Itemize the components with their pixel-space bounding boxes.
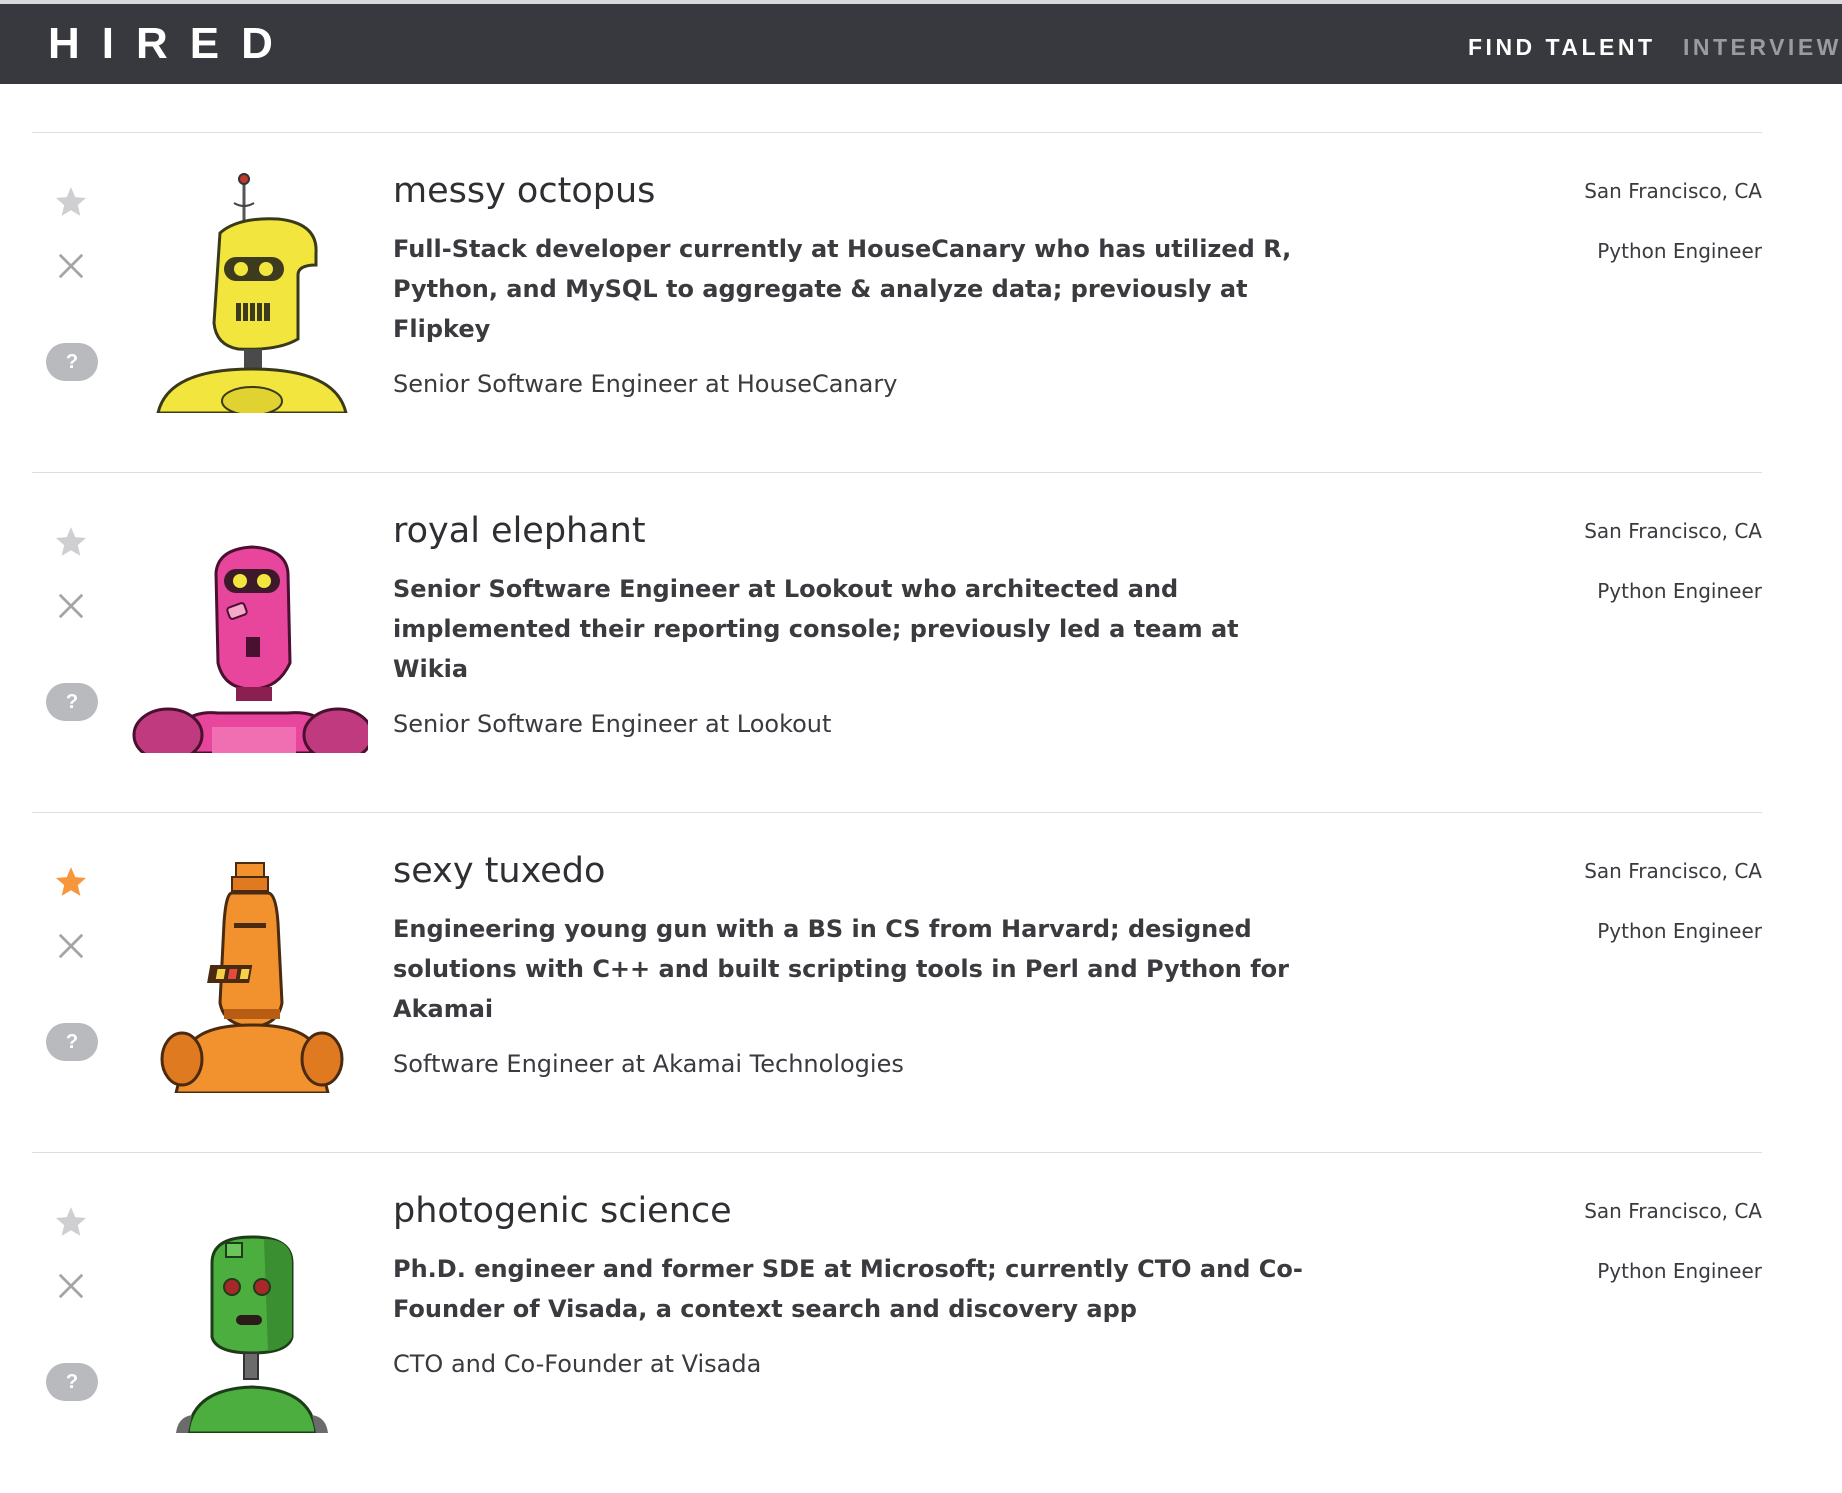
- dismiss-icon[interactable]: [56, 1271, 86, 1301]
- yellow-robot-avatar[interactable]: [128, 173, 368, 413]
- candidate-role: Python Engineer: [1597, 579, 1762, 603]
- question-button[interactable]: ?: [46, 343, 98, 381]
- star-icon[interactable]: [54, 865, 88, 899]
- dismiss-icon[interactable]: [56, 591, 86, 621]
- candidate-location: San Francisco, CA: [1584, 179, 1762, 203]
- star-icon[interactable]: [54, 185, 88, 219]
- candidate-info: photogenic science Ph.D. engineer and fo…: [393, 1189, 1393, 1379]
- candidate-card: ? messy octopus Full-Stack developer cur…: [32, 132, 1762, 472]
- candidate-actions: ?: [32, 473, 112, 813]
- candidate-info: messy octopus Full-Stack developer curre…: [393, 169, 1393, 399]
- candidate-role: Python Engineer: [1597, 239, 1762, 263]
- candidate-card: ? royal elephant Senior Software Enginee…: [32, 472, 1762, 812]
- orange-robot-avatar[interactable]: [128, 853, 368, 1093]
- candidate-actions: ?: [32, 1153, 112, 1493]
- nav-find-talent[interactable]: FIND TALENT: [1468, 34, 1656, 60]
- candidate-info: royal elephant Senior Software Engineer …: [393, 509, 1393, 739]
- candidate-summary: Ph.D. engineer and former SDE at Microso…: [393, 1255, 1303, 1323]
- candidate-info: sexy tuxedo Engineering young gun with a…: [393, 849, 1393, 1079]
- candidate-meta: San Francisco, CA Python Engineer: [1584, 859, 1762, 943]
- candidate-current-position: Senior Software Engineer at HouseCanary: [393, 370, 898, 398]
- candidate-actions: ?: [32, 813, 112, 1153]
- candidate-name[interactable]: photogenic science: [393, 1189, 1393, 1233]
- candidate-meta: San Francisco, CA Python Engineer: [1584, 179, 1762, 263]
- star-icon[interactable]: [54, 525, 88, 559]
- candidate-summary: Senior Software Engineer at Lookout who …: [393, 575, 1239, 683]
- candidate-meta: San Francisco, CA Python Engineer: [1584, 1199, 1762, 1283]
- candidate-list: ? messy octopus Full-Stack developer cur…: [32, 132, 1762, 1492]
- candidate-current-position: Senior Software Engineer at Lookout: [393, 710, 832, 738]
- candidate-meta: San Francisco, CA Python Engineer: [1584, 519, 1762, 603]
- candidate-name[interactable]: sexy tuxedo: [393, 849, 1393, 893]
- candidate-current-position: Software Engineer at Akamai Technologies: [393, 1050, 904, 1078]
- candidate-card: ? sexy tuxedo Engineering young gun with…: [32, 812, 1762, 1152]
- candidate-name[interactable]: messy octopus: [393, 169, 1393, 213]
- candidate-location: San Francisco, CA: [1584, 1199, 1762, 1223]
- nav-interviews[interactable]: INTERVIEWS: [1683, 34, 1842, 60]
- question-button[interactable]: ?: [46, 1023, 98, 1061]
- top-navbar: HIRED FIND TALENT INTERVIEWS: [0, 4, 1842, 84]
- candidate-summary: Full-Stack developer currently at HouseC…: [393, 235, 1292, 343]
- pink-robot-avatar[interactable]: [128, 513, 368, 753]
- dismiss-icon[interactable]: [56, 251, 86, 281]
- candidate-role: Python Engineer: [1597, 1259, 1762, 1283]
- candidate-summary: Engineering young gun with a BS in CS fr…: [393, 915, 1289, 1023]
- candidate-role: Python Engineer: [1597, 919, 1762, 943]
- question-button[interactable]: ?: [46, 683, 98, 721]
- candidate-current-position: CTO and Co-Founder at Visada: [393, 1350, 762, 1378]
- candidate-location: San Francisco, CA: [1584, 519, 1762, 543]
- candidate-name[interactable]: royal elephant: [393, 509, 1393, 553]
- question-button[interactable]: ?: [46, 1363, 98, 1401]
- green-robot-avatar[interactable]: [128, 1193, 368, 1433]
- dismiss-icon[interactable]: [56, 931, 86, 961]
- brand-logo[interactable]: HIRED: [48, 22, 295, 66]
- candidate-location: San Francisco, CA: [1584, 859, 1762, 883]
- candidate-actions: ?: [32, 133, 112, 473]
- candidate-card: ? photogenic science Ph.D. engineer and …: [32, 1152, 1762, 1492]
- star-icon[interactable]: [54, 1205, 88, 1239]
